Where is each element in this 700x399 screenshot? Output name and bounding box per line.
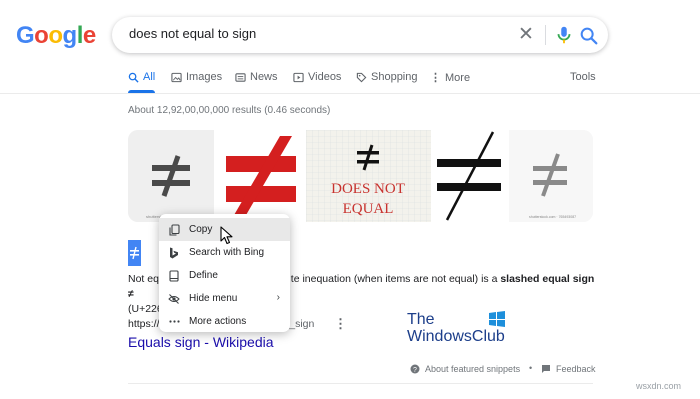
- search-icon[interactable]: [578, 25, 600, 47]
- more-horizontal-icon: [168, 316, 180, 328]
- tab-label: All: [143, 71, 156, 83]
- logo-letter: G: [16, 22, 35, 49]
- cite-url: https://: [128, 318, 160, 330]
- divider: [128, 383, 593, 384]
- search-small-icon: [128, 72, 139, 83]
- more-options-icon[interactable]: ⋮: [334, 316, 347, 332]
- watermark-line2: WindowsClub: [407, 328, 505, 345]
- book-icon: [168, 269, 180, 282]
- clear-icon[interactable]: ✕: [516, 25, 536, 45]
- image-text: DOES NOT: [331, 181, 405, 197]
- red-not-equal-sign-image: [226, 136, 296, 222]
- menu-item-hide-menu[interactable]: Hide menu ›: [159, 287, 290, 310]
- svg-text:?: ?: [413, 367, 417, 374]
- snippet-text-c: (U+226: [128, 303, 163, 315]
- feedback-label: Feedback: [556, 364, 596, 374]
- menu-item-label: More actions: [189, 316, 247, 327]
- video-icon: [293, 72, 304, 82]
- logo-letter: e: [82, 22, 96, 49]
- about-featured-snippets[interactable]: ? About featured snippets: [410, 364, 520, 374]
- gray-not-equal-sign-image: shutterstock.com · 765493087: [529, 153, 576, 219]
- menu-item-define[interactable]: Define: [159, 264, 290, 287]
- feedback-icon: [542, 365, 550, 373]
- google-logo[interactable]: Google: [16, 22, 96, 50]
- tab-images[interactable]: Images: [171, 71, 222, 83]
- divider: [0, 93, 700, 94]
- footer-dot: •: [529, 363, 533, 373]
- menu-item-label: Define: [189, 270, 218, 281]
- search-box[interactable]: ✕: [112, 17, 608, 53]
- tab-shopping[interactable]: Shopping: [356, 71, 418, 83]
- featured-label: About featured snippets: [425, 364, 521, 374]
- tab-all[interactable]: All: [128, 71, 155, 83]
- menu-item-label: Hide menu: [189, 293, 238, 304]
- mouse-cursor-icon: [220, 226, 233, 245]
- menu-item-more-actions[interactable]: More actions: [159, 310, 290, 333]
- site-watermark: wsxdn.com: [636, 381, 682, 391]
- snippet-icon: [128, 240, 141, 266]
- does-not-equal-image: DOES NOT EQUAL: [306, 130, 431, 222]
- image-result-2[interactable]: [214, 130, 306, 222]
- eye-off-icon: [168, 293, 180, 305]
- image-strip: shutterstock DOES NOT EQUAL shutterstock…: [128, 130, 593, 222]
- tab-label: Shopping: [371, 71, 418, 83]
- image-result-4[interactable]: [431, 130, 509, 222]
- image-result-5[interactable]: shutterstock.com · 765493087: [509, 130, 593, 222]
- tools-button[interactable]: Tools: [570, 71, 596, 83]
- windows-logo-icon: [489, 311, 505, 327]
- tab-news[interactable]: News: [235, 71, 278, 83]
- feedback-button[interactable]: Feedback: [541, 364, 596, 374]
- microphone-icon[interactable]: [553, 24, 575, 46]
- tab-label: Videos: [308, 71, 342, 83]
- search-input[interactable]: [129, 26, 509, 41]
- more-vertical-icon: ⋮: [430, 72, 441, 84]
- copy-icon: [168, 223, 180, 236]
- logo-letter: o: [34, 22, 49, 49]
- tag-icon: [356, 72, 367, 82]
- tab-label: More: [445, 71, 471, 84]
- tab-label: Images: [186, 71, 223, 83]
- tab-label: News: [250, 71, 278, 83]
- news-icon: [235, 72, 246, 82]
- search-divider: [545, 25, 546, 45]
- black-not-equal-sign-image: [437, 131, 501, 221]
- image-result-1[interactable]: shutterstock: [128, 130, 214, 222]
- result-link[interactable]: Equals sign - Wikipedia: [128, 334, 274, 350]
- image-caption: shutterstock.com · 765493087: [529, 215, 576, 219]
- tab-videos[interactable]: Videos: [293, 71, 341, 83]
- help-icon: ?: [410, 364, 420, 374]
- logo-letter: g: [62, 22, 78, 49]
- result-stats: About 12,92,00,00,000 results (0.46 seco…: [128, 105, 331, 116]
- bing-icon: [168, 247, 180, 259]
- snippet-text-b: te inequation (when items are not equal)…: [290, 273, 501, 285]
- not-equal-sign-image: shutterstock: [146, 155, 190, 219]
- image-result-3[interactable]: DOES NOT EQUAL: [306, 130, 431, 222]
- chevron-right-icon: ›: [276, 292, 280, 303]
- image-text: EQUAL: [343, 201, 394, 217]
- menu-item-label: Copy: [189, 224, 213, 235]
- menu-item-label: Search with Bing: [189, 247, 265, 258]
- logo-letter: o: [48, 22, 63, 49]
- tab-more[interactable]: ⋮ More: [430, 71, 471, 85]
- image-icon: [171, 72, 182, 82]
